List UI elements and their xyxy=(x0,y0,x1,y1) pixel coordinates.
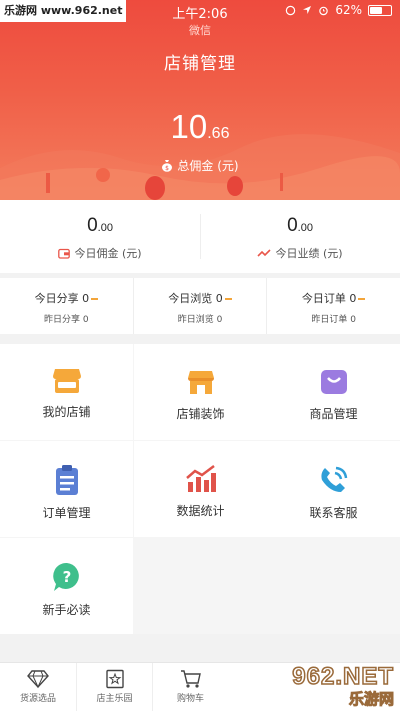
svg-text:$: $ xyxy=(165,165,169,172)
cart-icon xyxy=(180,670,201,688)
clipboard-icon xyxy=(55,465,78,495)
today-performance[interactable]: 0.00 今日业绩 (元) xyxy=(200,200,400,273)
trend-icon xyxy=(257,249,272,257)
stat-label: 今日分享 xyxy=(34,292,79,305)
tab-owner-park[interactable]: 店主乐园 xyxy=(76,663,152,711)
watermark-logo-sub: 乐游网 xyxy=(348,691,394,709)
trend-dash-icon xyxy=(358,298,366,300)
tab-label: 购物车 xyxy=(176,694,204,704)
today-summary: 0.00 今日佣金 (元) 0.00 今日业绩 (元) xyxy=(0,200,400,273)
menu-label: 订单管理 xyxy=(42,506,91,520)
menu-my-store[interactable]: 我的店铺 xyxy=(0,344,133,440)
alarm-icon xyxy=(319,6,329,15)
total-commission-label: 总佣金 (元) xyxy=(177,159,239,173)
today-commission-value: 0.00 xyxy=(87,215,113,236)
chart-icon xyxy=(185,465,216,492)
total-commission-label-row: $ 总佣金 (元) xyxy=(0,157,400,174)
wallet-icon xyxy=(58,248,71,259)
site-watermark-logo: 962.NET 乐游网 xyxy=(240,662,400,711)
page-title: 店铺管理 xyxy=(164,54,236,74)
menu-order-management[interactable]: 订单管理 xyxy=(0,441,133,537)
total-commission-amount: 10.66 xyxy=(0,108,400,146)
status-subtitle: 微信 xyxy=(189,24,211,37)
stat-views[interactable]: 今日浏览 0 昨日浏览 0 xyxy=(132,278,267,334)
tab-label: 店主乐园 xyxy=(96,694,133,704)
stat-value: 0 xyxy=(215,292,223,305)
menu-product-management[interactable]: 商品管理 xyxy=(267,344,400,440)
menu-label: 我的店铺 xyxy=(42,405,91,419)
store-icon xyxy=(52,369,81,393)
stat-label: 今日订单 xyxy=(301,292,346,305)
phone-icon xyxy=(320,466,347,492)
location-icon xyxy=(303,6,312,14)
stat-yesterday: 昨日订单 0 xyxy=(311,315,356,325)
function-grid: 我的店铺 店铺装饰 商品管理 订单管理 数据统计 联系客服 ? 新手必读 xyxy=(0,344,400,634)
today-commission[interactable]: 0.00 今日佣金 (元) xyxy=(0,200,200,273)
menu-label: 数据统计 xyxy=(176,504,225,518)
tab-label: 货源选品 xyxy=(19,694,56,704)
menu-data-statistics[interactable]: 数据统计 xyxy=(134,441,267,537)
total-amount-decimal: .66 xyxy=(207,125,230,142)
stat-yesterday: 昨日浏览 0 xyxy=(177,315,223,325)
stat-value: 0 xyxy=(82,292,90,305)
menu-store-decoration[interactable]: 店铺装饰 xyxy=(134,344,267,440)
menu-beginner-guide[interactable]: ? 新手必读 xyxy=(0,538,133,634)
tab-source-products[interactable]: 货源选品 xyxy=(0,663,76,711)
stats-row: 今日分享 0 昨日分享 0 今日浏览 0 昨日浏览 0 今日订单 0 昨日订单 … xyxy=(0,278,400,334)
star-icon xyxy=(105,669,124,689)
stat-label: 今日浏览 xyxy=(168,292,213,305)
today-performance-value: 0.00 xyxy=(287,215,313,236)
diamond-icon xyxy=(27,670,49,689)
watermark-logo-text: 962.NET xyxy=(292,662,394,691)
help-icon: ? xyxy=(52,562,79,591)
money-bag-icon: $ xyxy=(162,160,173,172)
tab-shopping-cart[interactable]: 购物车 xyxy=(152,663,228,711)
menu-label: 联系客服 xyxy=(309,506,358,520)
battery-icon xyxy=(368,4,392,16)
stat-share[interactable]: 今日分享 0 昨日分享 0 xyxy=(0,278,133,334)
stat-orders[interactable]: 今日订单 0 昨日订单 0 xyxy=(266,278,400,334)
menu-contact-service[interactable]: 联系客服 xyxy=(267,441,400,537)
total-amount-integer: 10 xyxy=(170,108,208,145)
rotation-lock-icon xyxy=(286,5,296,15)
menu-label: 店铺装饰 xyxy=(176,407,225,421)
battery-percent: 62% xyxy=(335,3,362,17)
svg-text:?: ? xyxy=(62,568,71,586)
status-bar: 上午2:06 62% xyxy=(0,0,400,22)
trend-dash-icon xyxy=(91,298,99,300)
stat-value: 0 xyxy=(349,292,357,305)
today-performance-label: 今日业绩 (元) xyxy=(275,247,343,260)
menu-label: 新手必读 xyxy=(42,603,91,617)
stat-yesterday: 昨日分享 0 xyxy=(44,315,89,325)
menu-label: 商品管理 xyxy=(309,407,358,421)
store-decor-icon xyxy=(187,371,214,394)
today-commission-label: 今日佣金 (元) xyxy=(74,247,142,260)
bag-icon xyxy=(320,370,347,394)
trend-dash-icon xyxy=(224,298,232,300)
